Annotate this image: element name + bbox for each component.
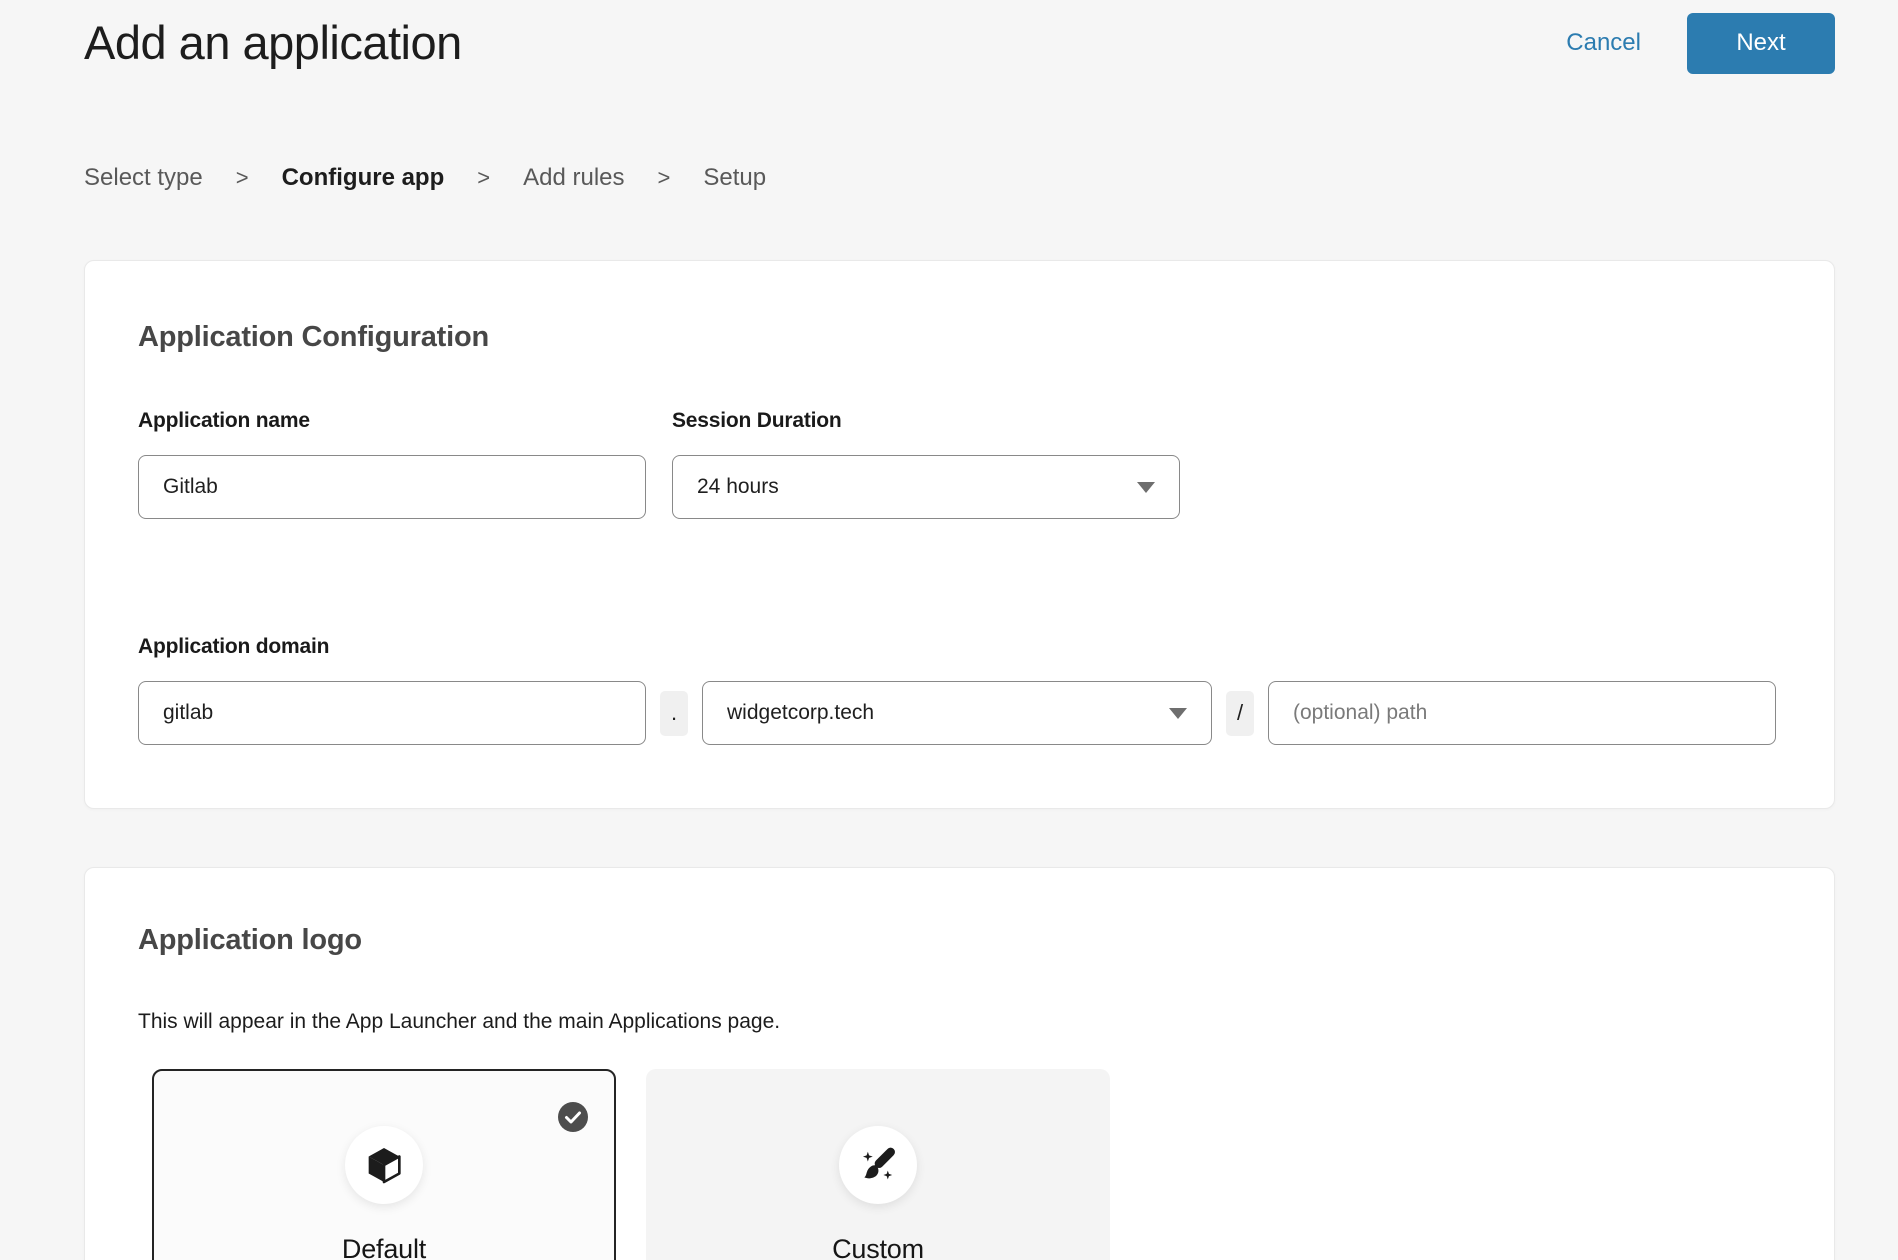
session-duration-value: 24 hours <box>697 475 779 499</box>
path-input[interactable] <box>1268 681 1776 745</box>
header-actions: Cancel Next <box>1566 13 1835 74</box>
cancel-button[interactable]: Cancel <box>1566 29 1641 57</box>
page-title: Add an application <box>84 12 462 74</box>
chevron-down-icon <box>1169 708 1187 719</box>
paintbrush-icon <box>857 1144 899 1186</box>
logo-option-tiles: Default Custom <box>152 1069 1781 1260</box>
application-domain-row: . widgetcorp.tech / <box>138 681 1781 745</box>
next-button[interactable]: Next <box>1687 13 1835 74</box>
subdomain-input[interactable] <box>138 681 646 745</box>
breadcrumb-separator: > <box>477 165 490 191</box>
logo-card-title: Application logo <box>138 924 1781 957</box>
custom-logo-circle <box>839 1126 917 1204</box>
breadcrumb-step-setup[interactable]: Setup <box>703 164 766 192</box>
application-name-label: Application name <box>138 409 646 433</box>
application-name-field-group: Application name <box>138 409 646 519</box>
cube-icon <box>364 1145 404 1185</box>
application-logo-card: Application logo This will appear in the… <box>84 867 1835 1260</box>
default-logo-circle <box>345 1126 423 1204</box>
chevron-down-icon <box>1137 482 1155 493</box>
logo-option-custom[interactable]: Custom <box>646 1069 1110 1260</box>
add-application-page: Add an application Cancel Next Select ty… <box>0 0 1898 1260</box>
application-domain-label: Application domain <box>138 635 1781 659</box>
application-configuration-card: Application Configuration Application na… <box>84 260 1835 809</box>
selected-check-icon <box>558 1102 588 1132</box>
breadcrumb-step-add-rules[interactable]: Add rules <box>523 164 624 192</box>
slash-separator: / <box>1226 691 1254 736</box>
domain-select[interactable]: widgetcorp.tech <box>702 681 1212 745</box>
logo-option-label: Default <box>342 1234 426 1260</box>
breadcrumb-separator: > <box>658 165 671 191</box>
breadcrumb-separator: > <box>236 165 249 191</box>
session-duration-select[interactable]: 24 hours <box>672 455 1180 519</box>
configuration-card-title: Application Configuration <box>138 321 1781 354</box>
domain-select-value: widgetcorp.tech <box>727 701 874 725</box>
logo-card-description: This will appear in the App Launcher and… <box>138 1010 1781 1034</box>
name-duration-row: Application name Session Duration 24 hou… <box>138 409 1781 519</box>
dot-separator: . <box>660 691 688 736</box>
breadcrumb-step-select-type[interactable]: Select type <box>84 164 203 192</box>
logo-option-label: Custom <box>832 1234 924 1260</box>
page-header: Add an application Cancel Next <box>0 0 1898 74</box>
application-domain-field-group: Application domain . widgetcorp.tech / <box>138 635 1781 745</box>
breadcrumb: Select type > Configure app > Add rules … <box>84 164 1898 192</box>
breadcrumb-step-configure-app[interactable]: Configure app <box>282 164 445 192</box>
session-duration-label: Session Duration <box>672 409 1180 433</box>
application-name-input[interactable] <box>138 455 646 519</box>
logo-option-default[interactable]: Default <box>152 1069 616 1260</box>
session-duration-field-group: Session Duration 24 hours <box>672 409 1180 519</box>
